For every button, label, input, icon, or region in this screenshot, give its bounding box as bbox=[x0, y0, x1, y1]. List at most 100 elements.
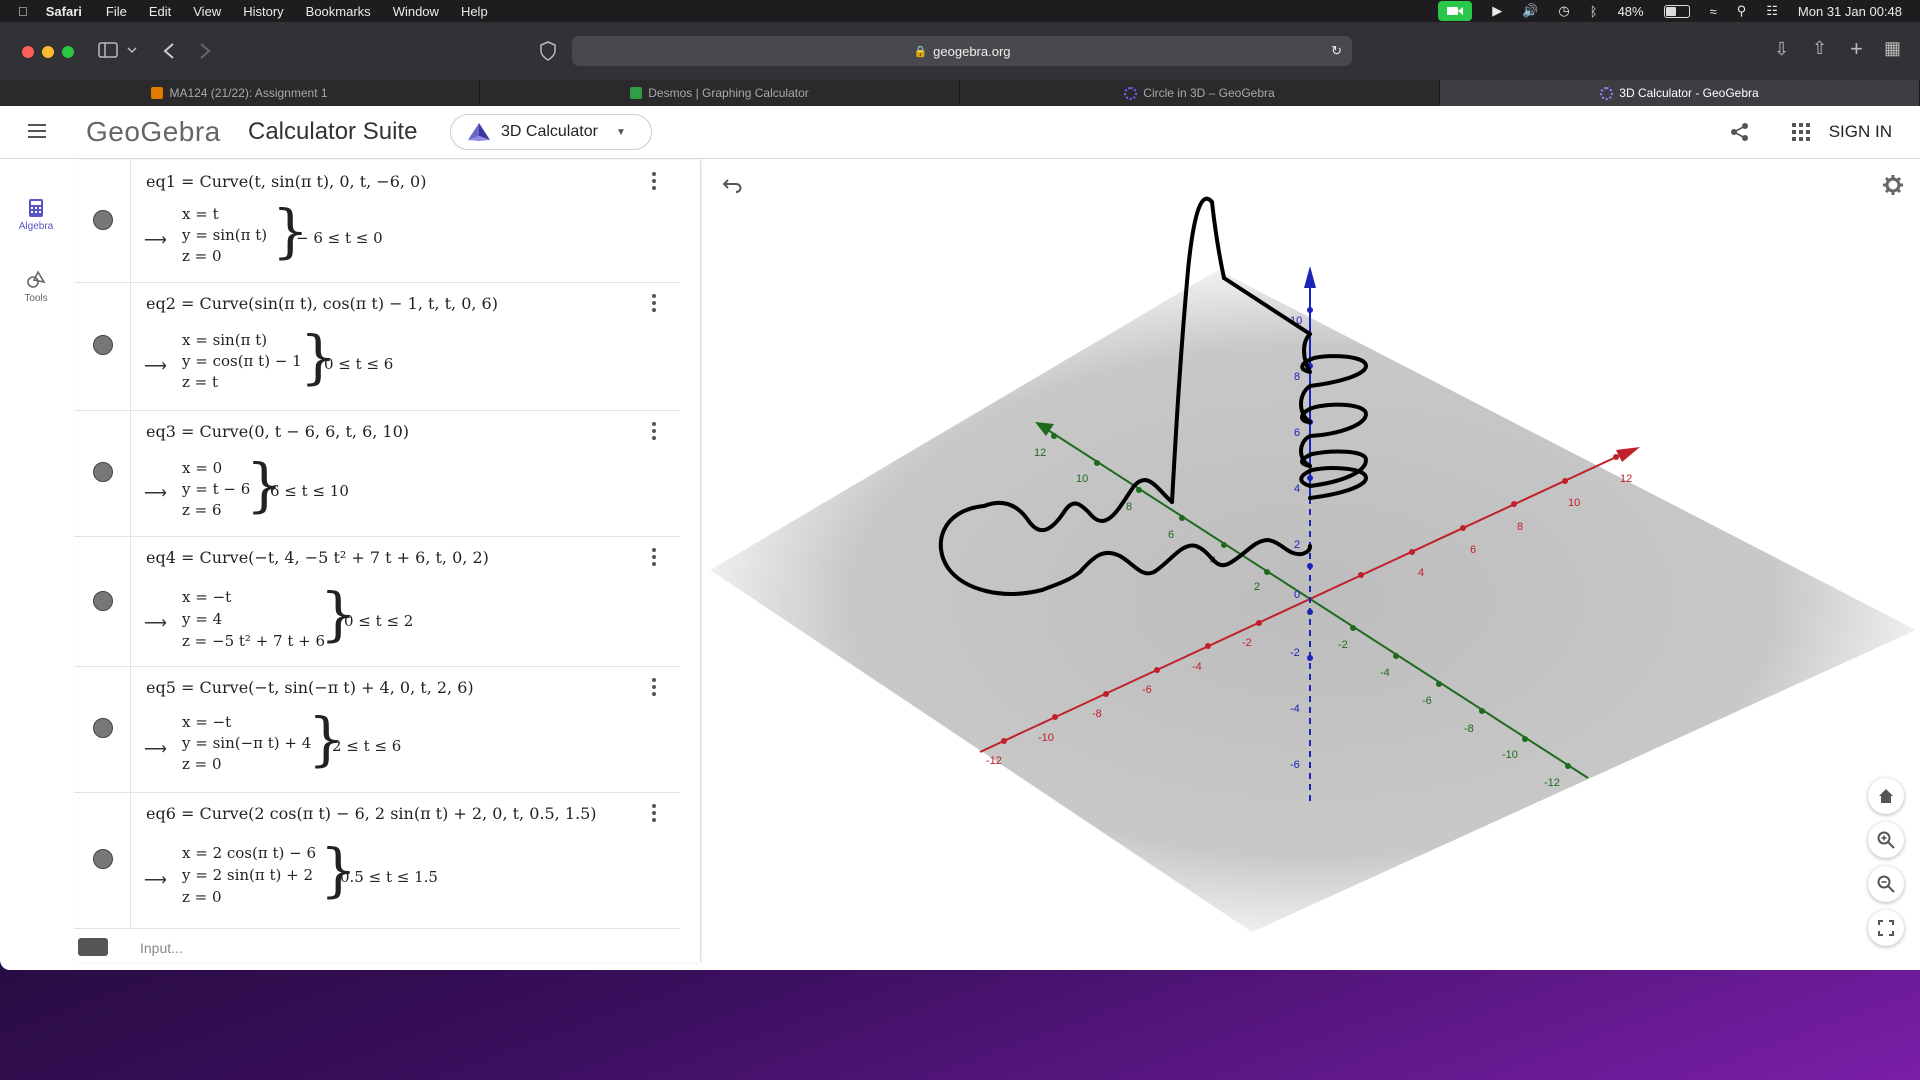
side-rail: Algebra Tools bbox=[0, 160, 72, 970]
graphics-3d-view[interactable]: 12 10 8 6 4 -2 -4 -6 -8 -10 -12 12 10 8 … bbox=[702, 160, 1920, 970]
bluetooth-icon[interactable]: ᛒ bbox=[1590, 4, 1598, 19]
battery-icon[interactable] bbox=[1663, 4, 1690, 18]
chevron-down-icon: ▼ bbox=[615, 126, 626, 138]
visibility-toggle[interactable] bbox=[93, 591, 113, 611]
screen-recording-icon[interactable] bbox=[1438, 1, 1473, 21]
volume-icon[interactable]: 🔊 bbox=[1522, 3, 1538, 19]
menu-app-name[interactable]: Safari bbox=[46, 4, 82, 19]
calculator-select-label: 3D Calculator bbox=[501, 123, 598, 140]
browser-toolbar: 🔒 geogebra.org ↻ ⇩ ⇧ + ▦ bbox=[0, 22, 1920, 80]
x-tick-label: -6 bbox=[1142, 684, 1152, 696]
visibility-toggle[interactable] bbox=[93, 718, 113, 738]
visibility-toggle[interactable] bbox=[93, 849, 113, 869]
visibility-toggle[interactable] bbox=[93, 462, 113, 482]
tab-3d-calculator[interactable]: 3D Calculator - GeoGebra bbox=[1440, 80, 1920, 106]
more-options-icon[interactable] bbox=[652, 294, 656, 315]
more-options-icon[interactable] bbox=[652, 804, 656, 825]
undo-icon[interactable] bbox=[722, 174, 746, 194]
calculator-icon bbox=[29, 199, 43, 217]
back-icon[interactable] bbox=[162, 42, 176, 60]
equation-definition[interactable]: eq2 = Curve(sin(π t), cos(π t) − 1, t, t… bbox=[146, 294, 498, 313]
z-tick-label: -6 bbox=[1290, 759, 1300, 771]
more-options-icon[interactable] bbox=[652, 172, 656, 193]
more-options-icon[interactable] bbox=[652, 548, 656, 569]
time-machine-icon[interactable]: ◷ bbox=[1558, 3, 1569, 19]
menu-window[interactable]: Window bbox=[393, 4, 439, 19]
zoom-window-button[interactable] bbox=[62, 46, 74, 58]
lock-icon: 🔒 bbox=[913, 45, 928, 58]
sign-in-button[interactable]: SIGN IN bbox=[1829, 122, 1892, 142]
visibility-column bbox=[74, 160, 131, 282]
menu-help[interactable]: Help bbox=[461, 4, 488, 19]
mac-menu-bar:  Safari File Edit View History Bookmark… bbox=[0, 0, 1920, 22]
y-tick-label: -2 bbox=[1338, 639, 1348, 651]
share-icon[interactable]: ⇧ bbox=[1812, 38, 1827, 59]
tab-overview-icon[interactable]: ▦ bbox=[1884, 38, 1901, 59]
menu-edit[interactable]: Edit bbox=[149, 4, 171, 19]
algebra-row-eq4[interactable]: eq4 = Curve(−t, 4, −5 t² + 7 t + 6, t, 0… bbox=[74, 536, 680, 667]
settings-gear-icon[interactable] bbox=[1882, 174, 1904, 196]
output-arrow-icon: ⟶ bbox=[144, 615, 167, 632]
apps-grid-icon[interactable] bbox=[1792, 123, 1810, 141]
equation-definition[interactable]: eq6 = Curve(2 cos(π t) − 6, 2 sin(π t) +… bbox=[146, 804, 597, 823]
play-icon[interactable]: ▶ bbox=[1492, 3, 1502, 19]
downloads-icon[interactable]: ⇩ bbox=[1774, 39, 1789, 60]
privacy-shield-icon[interactable] bbox=[540, 41, 556, 61]
apple-icon[interactable]:  bbox=[18, 4, 28, 19]
menu-history[interactable]: History bbox=[243, 4, 283, 19]
tab-desmos[interactable]: Desmos | Graphing Calculator bbox=[480, 80, 960, 106]
keyboard-icon[interactable] bbox=[78, 938, 108, 956]
tab-assignment[interactable]: MA124 (21/22): Assignment 1 bbox=[0, 80, 480, 106]
home-icon bbox=[1879, 789, 1893, 803]
more-options-icon[interactable] bbox=[652, 422, 656, 443]
forward-icon[interactable] bbox=[198, 42, 212, 60]
fullscreen-button[interactable] bbox=[1868, 910, 1904, 946]
visibility-toggle[interactable] bbox=[93, 335, 113, 355]
graphics-3d-canvas[interactable]: 12 10 8 6 4 -2 -4 -6 -8 -10 -12 12 10 8 … bbox=[702, 160, 1920, 970]
output-line: y = cos(π t) − 1 bbox=[182, 352, 302, 370]
control-center-icon[interactable]: ☷ bbox=[1766, 3, 1778, 19]
tab-circle-3d[interactable]: Circle in 3D – GeoGebra bbox=[960, 80, 1440, 106]
sidebar-toggle-icon[interactable] bbox=[98, 42, 138, 60]
rail-tools[interactable]: Tools bbox=[0, 270, 72, 304]
equation-definition[interactable]: eq4 = Curve(−t, 4, −5 t² + 7 t + 6, t, 0… bbox=[146, 548, 489, 567]
equation-definition[interactable]: eq5 = Curve(−t, sin(−π t) + 4, 0, t, 2, … bbox=[146, 678, 474, 697]
wifi-icon[interactable]: ≈ bbox=[1710, 4, 1717, 19]
algebra-row-eq3[interactable]: eq3 = Curve(0, t − 6, 6, t, 6, 10) ⟶ x =… bbox=[74, 410, 680, 537]
menu-bookmarks[interactable]: Bookmarks bbox=[306, 4, 371, 19]
algebra-row-eq6[interactable]: eq6 = Curve(2 cos(π t) − 6, 2 sin(π t) +… bbox=[74, 792, 680, 929]
z-tick-label: 0 bbox=[1294, 589, 1300, 601]
menu-clock[interactable]: Mon 31 Jan 00:48 bbox=[1798, 4, 1902, 19]
equation-definition[interactable]: eq1 = Curve(t, sin(π t), 0, t, −6, 0) bbox=[146, 172, 426, 191]
algebra-row-eq5[interactable]: eq5 = Curve(−t, sin(−π t) + 4, 0, t, 2, … bbox=[74, 666, 680, 793]
algebra-input[interactable]: Input... bbox=[74, 932, 684, 962]
reload-icon[interactable]: ↻ bbox=[1331, 43, 1342, 59]
algebra-row-eq1[interactable]: eq1 = Curve(t, sin(π t), 0, t, −6, 0) ⟶ … bbox=[74, 160, 680, 283]
menu-view[interactable]: View bbox=[193, 4, 221, 19]
new-tab-icon[interactable]: + bbox=[1850, 36, 1863, 62]
rail-algebra[interactable]: Algebra bbox=[0, 198, 72, 232]
address-bar[interactable]: 🔒 geogebra.org ↻ bbox=[572, 36, 1352, 66]
visibility-toggle[interactable] bbox=[93, 210, 113, 230]
algebra-row-eq2[interactable]: eq2 = Curve(sin(π t), cos(π t) − 1, t, t… bbox=[74, 282, 680, 411]
z-tick-label: -2 bbox=[1290, 647, 1300, 659]
geogebra-logo[interactable]: GeoGebra bbox=[86, 116, 221, 148]
menu-file[interactable]: File bbox=[106, 4, 127, 19]
zoom-in-button[interactable] bbox=[1868, 822, 1904, 858]
more-options-icon[interactable] bbox=[652, 678, 656, 699]
battery-percent: 48% bbox=[1617, 3, 1644, 19]
close-window-button[interactable] bbox=[22, 46, 34, 58]
share-icon[interactable] bbox=[1730, 122, 1750, 142]
output-line: x = −t bbox=[182, 713, 232, 731]
calculator-select[interactable]: 3D Calculator ▼ bbox=[450, 114, 652, 150]
spotlight-search-icon[interactable]: ⚲ bbox=[1737, 3, 1747, 19]
equation-definition[interactable]: eq3 = Curve(0, t − 6, 6, t, 6, 10) bbox=[146, 422, 409, 441]
output-arrow-icon: ⟶ bbox=[144, 358, 167, 375]
hamburger-menu-icon[interactable] bbox=[28, 124, 46, 142]
desmos-favicon-icon bbox=[630, 87, 643, 99]
zoom-out-button[interactable] bbox=[1868, 866, 1904, 902]
tab-bar: MA124 (21/22): Assignment 1 Desmos | Gra… bbox=[0, 80, 1920, 106]
home-view-button[interactable] bbox=[1868, 778, 1904, 814]
minimize-window-button[interactable] bbox=[42, 46, 54, 58]
x-tick-label: -10 bbox=[1038, 732, 1054, 744]
